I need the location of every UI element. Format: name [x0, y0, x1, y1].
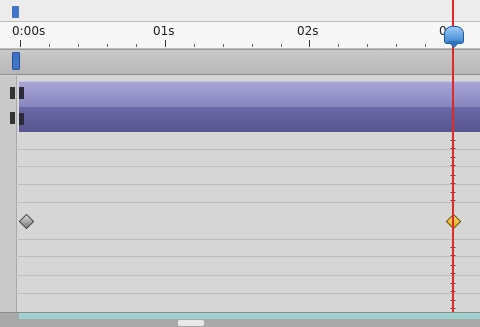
audio-waveform-strip	[19, 313, 480, 319]
ruler-minor-tick	[396, 44, 397, 47]
gray-keyframe-diamond[interactable]	[18, 213, 35, 230]
layer-duration-bar-selected[interactable]	[19, 106, 480, 132]
current-time-indicator-pointer	[447, 41, 461, 48]
ruler-label-1s: 01s	[153, 24, 175, 38]
ruler-minor-tick	[136, 44, 137, 47]
layer-in-point-marker	[10, 112, 15, 124]
ruler-major-tick	[165, 40, 166, 47]
ruler-minor-tick	[425, 44, 426, 47]
property-row-divider	[18, 239, 480, 240]
property-row-divider	[18, 202, 480, 203]
ruler-major-tick	[20, 40, 21, 47]
ruler-minor-tick	[107, 44, 108, 47]
horizontal-scroll-thumb[interactable]	[178, 320, 204, 326]
property-row-divider	[18, 184, 480, 185]
navigator-start-handle[interactable]	[12, 6, 19, 18]
work-area-start-handle[interactable]	[12, 52, 20, 70]
current-time-indicator-line[interactable]	[452, 0, 454, 326]
layer-in-point-marker	[10, 87, 15, 99]
work-area-bar[interactable]	[0, 49, 480, 75]
ruler-minor-tick	[252, 44, 253, 47]
layer-duration-bar[interactable]	[19, 81, 480, 106]
time-navigator-bar[interactable]	[0, 0, 480, 22]
property-row-divider	[18, 293, 480, 294]
ruler-minor-tick	[49, 44, 50, 47]
property-row-divider	[18, 149, 480, 150]
ruler-minor-tick	[78, 44, 79, 47]
property-row-divider	[18, 166, 480, 167]
ruler-major-tick	[309, 40, 310, 47]
ruler-minor-tick	[194, 44, 195, 47]
ruler-minor-tick	[367, 44, 368, 47]
layer-bar-in-point[interactable]	[19, 113, 24, 125]
ruler-minor-tick	[338, 44, 339, 47]
ruler-label-2s: 02s	[297, 24, 319, 38]
ruler-minor-tick	[281, 44, 282, 47]
ruler-minor-tick	[223, 44, 224, 47]
property-row-divider	[18, 256, 480, 257]
property-row-divider	[18, 275, 480, 276]
time-ruler[interactable]	[0, 22, 480, 49]
layer-bar-in-point[interactable]	[19, 87, 24, 99]
ruler-label-0s: 0:00s	[12, 24, 46, 38]
